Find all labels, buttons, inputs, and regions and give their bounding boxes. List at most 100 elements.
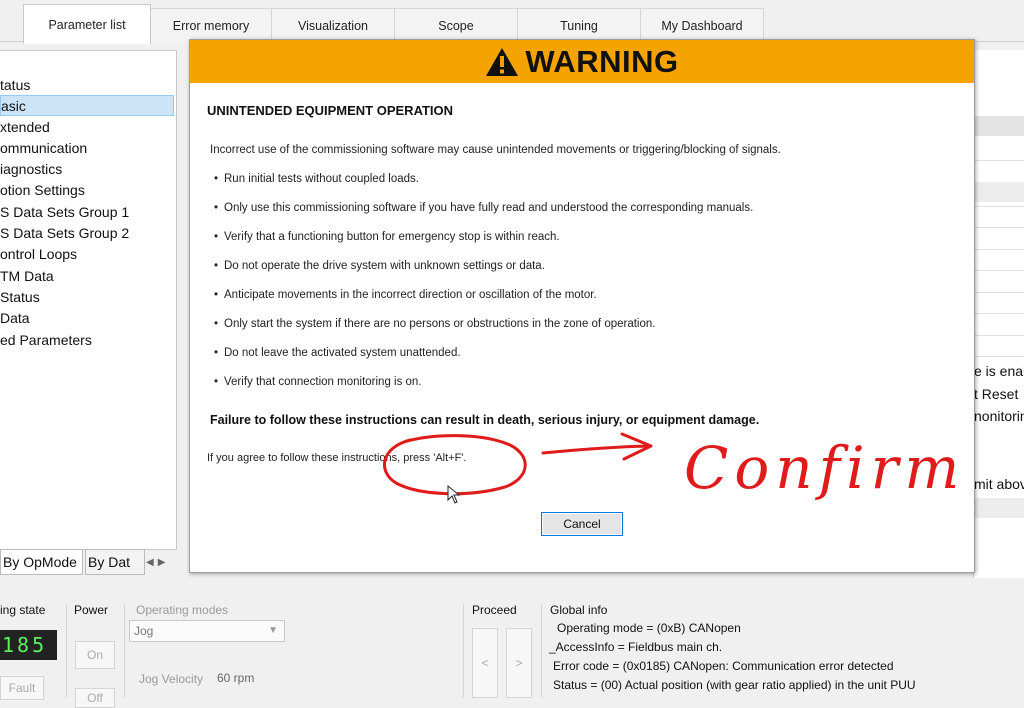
tab-label: Parameter list xyxy=(48,17,126,32)
row-line xyxy=(974,227,1024,228)
table-cell-text: t Reset xyxy=(974,386,1019,402)
row-line xyxy=(974,160,1024,161)
row-line xyxy=(974,270,1024,271)
table-header-strip xyxy=(974,116,1024,136)
instruction-text: Anticipate movements in the incorrect di… xyxy=(224,289,597,301)
global-info-line: Status = (00) Actual position (with gear… xyxy=(553,678,916,692)
group-divider xyxy=(541,604,542,698)
instruction-item: • Do not operate the drive system with un… xyxy=(214,260,545,272)
failure-warning: Failure to follow these instructions can… xyxy=(210,413,760,427)
proceed-label: Proceed xyxy=(472,603,517,617)
bullet: • xyxy=(214,260,219,272)
row-line xyxy=(974,356,1024,357)
tree-item-status[interactable]: tatus xyxy=(0,75,30,96)
chevron-down-icon: ▼ xyxy=(268,625,278,636)
tree-tab-by-opmode[interactable]: By OpMode xyxy=(0,549,83,575)
tree-tab-by-data[interactable]: By Dat xyxy=(85,549,145,575)
instruction-item: • Only start the system if there are no p… xyxy=(214,318,655,330)
tab-label: Error memory xyxy=(172,18,250,33)
power-on-button[interactable]: On xyxy=(75,641,115,669)
tree-item-diagnostics[interactable]: iagnostics xyxy=(0,159,62,180)
state-display: 185 xyxy=(0,630,57,660)
row-line xyxy=(974,206,1024,207)
bullet: • xyxy=(214,231,219,243)
fault-reset-button[interactable]: Fault xyxy=(0,676,44,700)
tree-item-control-loops[interactable]: ontrol Loops xyxy=(0,244,77,265)
bullet: • xyxy=(214,318,219,330)
tree-item-extended[interactable]: xtended xyxy=(0,117,50,138)
bullet: • xyxy=(214,173,219,185)
global-info-title: Global info xyxy=(550,603,608,617)
power-off-button[interactable]: Off xyxy=(75,688,115,708)
operating-modes-label: Operating modes xyxy=(136,603,229,617)
warning-dialog: WARNING UNINTENDED EQUIPMENT OPERATION I… xyxy=(189,39,975,573)
row-line xyxy=(974,313,1024,314)
tree-item-basic[interactable]: asic xyxy=(0,95,174,116)
tree-tab-scroll-arrows-icon[interactable]: ◀▶ xyxy=(146,557,169,568)
instruction-text: Only use this commissioning software if … xyxy=(224,202,754,214)
tab-visualization[interactable]: Visualization xyxy=(271,8,395,42)
instruction-item: • Verify that a functioning button for em… xyxy=(214,231,560,243)
warning-header: WARNING xyxy=(190,40,974,83)
tab-my-dashboard[interactable]: My Dashboard xyxy=(640,8,764,42)
tree-item-communication[interactable]: ommunication xyxy=(0,138,87,159)
jog-velocity-label: Jog Velocity xyxy=(139,672,204,686)
dialog-intro: Incorrect use of the commissioning softw… xyxy=(210,144,781,156)
tab-tuning[interactable]: Tuning xyxy=(517,8,641,42)
warning-triangle-icon xyxy=(486,47,519,76)
dialog-heading: UNINTENDED EQUIPMENT OPERATION xyxy=(207,103,454,118)
power-label: Power xyxy=(74,603,109,617)
bullet: • xyxy=(214,289,219,301)
global-info-line: _AccessInfo = Fieldbus main ch. xyxy=(549,640,723,654)
global-info-line: Error code = (0x0185) CANopen: Communica… xyxy=(553,659,894,673)
row-line xyxy=(974,249,1024,250)
instruction-text: Do not operate the drive system with unk… xyxy=(224,260,545,272)
proceed-forward-button[interactable]: > xyxy=(506,628,532,698)
dialog-title: WARNING xyxy=(525,43,679,79)
instruction-item: • Only use this commissioning software if… xyxy=(214,202,753,214)
tab-error-memory[interactable]: Error memory xyxy=(150,8,272,42)
tree-item-status-2[interactable]: Status xyxy=(0,287,40,308)
tree-item-data[interactable]: Data xyxy=(0,308,30,329)
operating-state-label: ing state xyxy=(0,603,46,617)
tab-parameter-list[interactable]: Parameter list xyxy=(23,4,151,44)
tree-item-data-sets-group-1[interactable]: S Data Sets Group 1 xyxy=(0,202,129,223)
instruction-text: Run initial tests without coupled loads. xyxy=(224,173,419,185)
parameter-group-tree: tatus asic xtended ommunication iagnosti… xyxy=(0,50,177,550)
instruction-item: • Verify that connection monitoring is on… xyxy=(214,376,422,388)
table-cell-text: e is enal xyxy=(974,363,1024,379)
tab-label: Scope xyxy=(438,18,474,33)
tab-scope[interactable]: Scope xyxy=(394,8,518,42)
instruction-text: Verify that connection monitoring is on. xyxy=(224,376,422,388)
tab-label: Visualization xyxy=(298,18,368,33)
tree-item-data-sets-group-2[interactable]: S Data Sets Group 2 xyxy=(0,223,129,244)
proceed-back-button[interactable]: < xyxy=(472,628,498,698)
row-line xyxy=(974,335,1024,336)
instruction-text: Do not leave the activated system unatte… xyxy=(224,347,461,359)
instruction-item: • Anticipate movements in the incorrect d… xyxy=(214,289,597,301)
bullet: • xyxy=(214,347,219,359)
tab-label: My Dashboard xyxy=(661,18,743,33)
group-divider xyxy=(66,604,67,698)
table-group-row xyxy=(974,182,1024,202)
instruction-text: Verify that a functioning button for eme… xyxy=(224,231,560,243)
operating-mode-select[interactable]: Jog ▼ xyxy=(129,620,285,642)
jog-velocity-value: 60 rpm xyxy=(217,671,255,685)
instruction-text: Only start the system if there are no pe… xyxy=(224,318,656,330)
table-cell-text: nonitorin xyxy=(974,408,1024,424)
table-group-row xyxy=(974,498,1024,518)
cancel-button[interactable]: Cancel xyxy=(541,512,623,536)
group-divider xyxy=(463,604,464,698)
row-line xyxy=(974,292,1024,293)
agree-instruction: If you agree to follow these instruction… xyxy=(207,452,467,464)
operating-mode-value: Jog xyxy=(134,624,154,638)
tree-item-motion-settings[interactable]: otion Settings xyxy=(0,180,85,201)
global-info-line: Operating mode = (0xB) CANopen xyxy=(557,621,741,635)
tab-label: Tuning xyxy=(560,18,598,33)
tree-item-tm-data[interactable]: TM Data xyxy=(0,266,54,287)
tree-item-parameters[interactable]: ed Parameters xyxy=(0,330,92,351)
bullet: • xyxy=(214,202,219,214)
table-cell-text: mit abov xyxy=(974,476,1024,492)
instruction-item: • Do not leave the activated system unatt… xyxy=(214,347,461,359)
parameter-table-edge: e is enal t Reset nonitorin mit abov xyxy=(973,50,1024,578)
